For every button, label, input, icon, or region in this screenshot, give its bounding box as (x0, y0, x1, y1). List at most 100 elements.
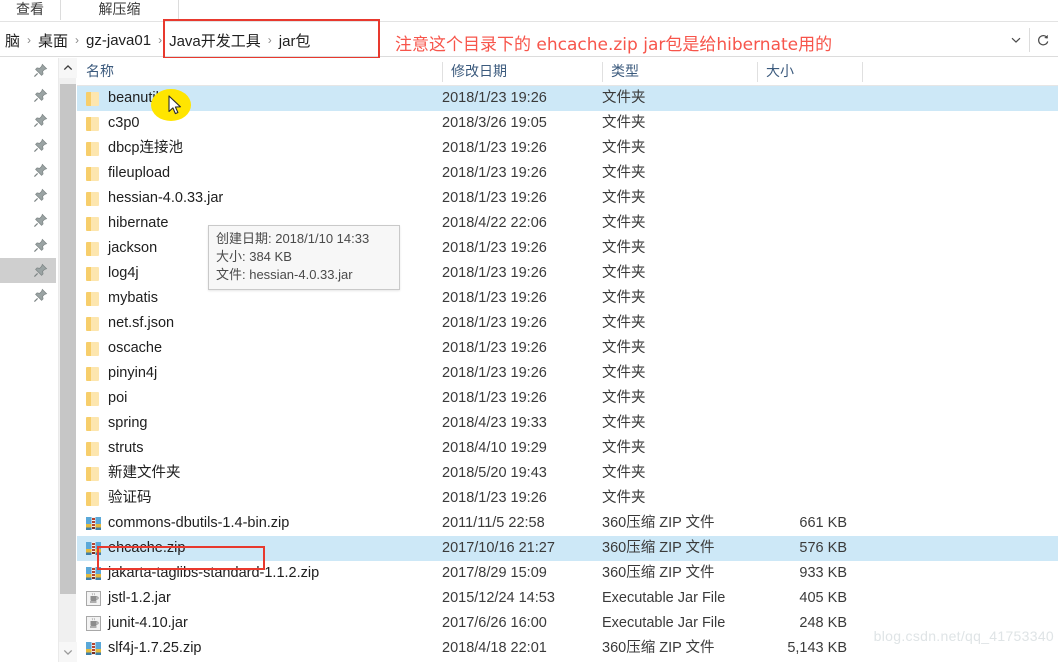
quick-access-item[interactable] (0, 133, 56, 158)
table-row[interactable]: oscache 2018/1/23 19:26 文件夹 (77, 336, 1058, 361)
file-name[interactable]: poi (77, 386, 127, 411)
file-size (677, 336, 847, 361)
file-name[interactable]: jstl-1.2.jar (77, 586, 171, 611)
pin-icon (33, 113, 48, 128)
breadcrumb[interactable]: 脑 › 桌面 › gz-java01 › Java开发工具 › jar包 (0, 23, 313, 57)
file-modified-date: 2018/1/23 19:26 (442, 490, 547, 506)
table-row[interactable]: hessian-4.0.33.jar 2018/1/23 19:26 文件夹 (77, 186, 1058, 211)
file-name[interactable]: ehcache.zip (77, 536, 185, 561)
breadcrumb-item[interactable]: gz-java01 (83, 32, 154, 49)
file-name[interactable]: net.sf.json (77, 311, 174, 336)
file-name[interactable]: mybatis (77, 286, 158, 311)
breadcrumb-item[interactable]: jar包 (276, 30, 314, 51)
column-header-3[interactable]: 大小 (757, 58, 862, 85)
breadcrumb-item[interactable]: Java开发工具 (166, 30, 264, 51)
ribbon-tab-view[interactable]: 查看 (0, 0, 60, 22)
file-name[interactable]: log4j (77, 261, 139, 286)
column-header-row[interactable]: 名称 修改日期 类型 大小 (77, 58, 1058, 86)
table-row[interactable]: struts 2018/4/10 19:29 文件夹 (77, 436, 1058, 461)
file-type: 文件夹 (602, 415, 646, 431)
breadcrumb-separator: › (267, 33, 272, 47)
quick-access-item[interactable] (0, 233, 56, 258)
file-size (677, 161, 847, 186)
navigation-scrollbar[interactable] (58, 58, 77, 662)
pin-icon (33, 188, 48, 203)
file-name[interactable]: commons-dbutils-1.4-bin.zip (77, 511, 289, 536)
file-name[interactable]: fileupload (77, 161, 170, 186)
table-row[interactable]: poi 2018/1/23 19:26 文件夹 (77, 386, 1058, 411)
column-divider[interactable] (757, 62, 758, 82)
file-type: 文件夹 (602, 240, 646, 256)
column-divider[interactable] (442, 62, 443, 82)
quick-access-item[interactable] (0, 108, 56, 133)
file-modified-date: 2018/1/23 19:26 (442, 315, 547, 331)
quick-access-item[interactable] (0, 258, 56, 283)
ribbon-bar: 查看 解压缩 (0, 0, 1058, 22)
breadcrumb-separator: › (75, 33, 80, 47)
column-header-1[interactable]: 修改日期 (442, 58, 602, 85)
file-name[interactable]: jakarta-taglibs-standard-1.1.2.zip (77, 561, 319, 586)
table-row[interactable]: pinyin4j 2018/1/23 19:26 文件夹 (77, 361, 1058, 386)
file-modified-date: 2015/12/24 14:53 (442, 590, 555, 606)
breadcrumb-item[interactable]: 桌面 (35, 30, 71, 51)
file-name[interactable]: slf4j-1.7.25.zip (77, 636, 202, 661)
table-row[interactable]: beanutils 2018/1/23 19:26 文件夹 (77, 86, 1058, 111)
column-divider[interactable] (602, 62, 603, 82)
tooltip-filename: 文件: hessian-4.0.33.jar (216, 267, 353, 282)
file-size: 248 KB (799, 615, 847, 631)
breadcrumb-item[interactable]: 脑 (2, 30, 23, 51)
column-divider[interactable] (862, 62, 863, 82)
quick-access-item[interactable] (0, 158, 56, 183)
file-name[interactable]: 新建文件夹 (77, 461, 181, 486)
file-name[interactable]: struts (77, 436, 143, 461)
file-size: 661 KB (799, 515, 847, 531)
chevron-up-icon[interactable] (59, 58, 77, 78)
pin-icon (33, 163, 48, 178)
chevron-down-icon[interactable] (59, 642, 77, 662)
pin-icon (33, 138, 48, 153)
pin-icon (33, 63, 48, 78)
table-row[interactable]: jakarta-taglibs-standard-1.1.2.zip 2017/8… (77, 561, 1058, 586)
file-name[interactable]: spring (77, 411, 148, 436)
file-modified-date: 2018/1/23 19:26 (442, 140, 547, 156)
table-row[interactable]: jstl-1.2.jar 2015/12/24 14:53 Executable J… (77, 586, 1058, 611)
table-row[interactable]: net.sf.json 2018/1/23 19:26 文件夹 (77, 311, 1058, 336)
table-row[interactable]: 新建文件夹 2018/5/20 19:43 文件夹 (77, 461, 1058, 486)
column-header-2[interactable]: 类型 (602, 58, 757, 85)
quick-access-item[interactable] (0, 58, 56, 83)
refresh-icon[interactable] (1030, 23, 1056, 57)
file-name[interactable]: oscache (77, 336, 162, 361)
pin-icon (33, 88, 48, 103)
column-header-0[interactable]: 名称 (77, 58, 442, 85)
quick-access-item[interactable] (0, 208, 56, 233)
quick-access-item[interactable] (0, 283, 56, 308)
table-row[interactable]: 验证码 2018/1/23 19:26 文件夹 (77, 486, 1058, 511)
file-name[interactable]: hessian-4.0.33.jar (77, 186, 223, 211)
file-rows[interactable]: beanutils 2018/1/23 19:26 文件夹 c3p0 2018/3/26… (77, 86, 1058, 662)
file-name[interactable]: c3p0 (77, 111, 139, 136)
file-name[interactable]: 验证码 (77, 486, 152, 511)
table-row[interactable]: spring 2018/4/23 19:33 文件夹 (77, 411, 1058, 436)
file-size (677, 386, 847, 411)
quick-access-pane[interactable] (0, 58, 56, 662)
ribbon-tab-extract[interactable]: 解压缩 (62, 0, 177, 22)
table-row[interactable]: commons-dbutils-1.4-bin.zip 2011/11/5 22:… (77, 511, 1058, 536)
table-row[interactable]: c3p0 2018/3/26 19:05 文件夹 (77, 111, 1058, 136)
chevron-down-icon[interactable] (1003, 23, 1029, 57)
file-type: 文件夹 (602, 465, 646, 481)
file-name[interactable]: junit-4.10.jar (77, 611, 188, 636)
file-modified-date: 2017/8/29 15:09 (442, 565, 547, 581)
table-row[interactable]: dbcp连接池 2018/1/23 19:26 文件夹 (77, 136, 1058, 161)
file-name[interactable]: dbcp连接池 (77, 136, 183, 161)
file-name[interactable]: pinyin4j (77, 361, 157, 386)
file-size (677, 411, 847, 436)
file-name[interactable]: hibernate (77, 211, 168, 236)
table-row[interactable]: fileupload 2018/1/23 19:26 文件夹 (77, 161, 1058, 186)
quick-access-item[interactable] (0, 83, 56, 108)
annotation-text: 注意这个目录下的 ehcache.zip jar包是给hibernate用的 (395, 35, 833, 55)
quick-access-item[interactable] (0, 183, 56, 208)
scrollbar-thumb[interactable] (60, 84, 76, 594)
file-name[interactable]: jackson (77, 236, 157, 261)
table-row[interactable]: ehcache.zip 2017/10/16 21:27 360压缩 ZIP 文件 5… (77, 536, 1058, 561)
file-modified-date: 2018/1/23 19:26 (442, 90, 547, 106)
